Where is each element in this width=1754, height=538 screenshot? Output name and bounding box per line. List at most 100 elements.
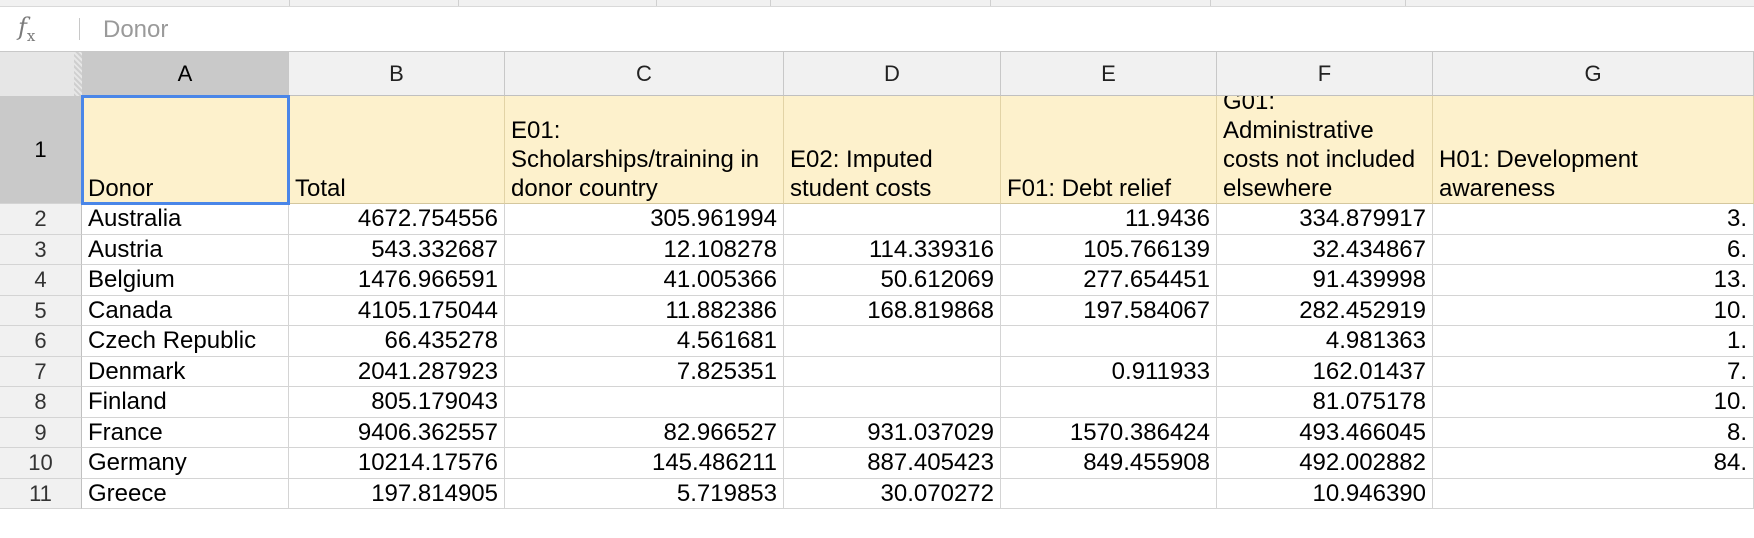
cell-a5[interactable]: Canada [82, 295, 289, 326]
cell-e11[interactable] [1001, 478, 1217, 509]
header-cell-g1[interactable]: H01: Development awareness [1433, 96, 1754, 204]
cell-f5[interactable]: 282.452919 [1217, 295, 1433, 326]
cell-g9[interactable]: 8. [1433, 417, 1754, 448]
cell-d6[interactable] [784, 326, 1001, 357]
cell-d9[interactable]: 931.037029 [784, 417, 1001, 448]
header-cell-f1[interactable]: G01: Administrative costs not included e… [1217, 96, 1433, 204]
row-heading-10[interactable]: 10 [0, 448, 82, 479]
cell-f9[interactable]: 493.466045 [1217, 417, 1433, 448]
cell-e6[interactable] [1001, 326, 1217, 357]
cell-d5[interactable]: 168.819868 [784, 295, 1001, 326]
cell-f3[interactable]: 32.434867 [1217, 234, 1433, 265]
row-heading-5[interactable]: 5 [0, 295, 82, 326]
cell-e4[interactable]: 277.654451 [1001, 265, 1217, 296]
column-heading-e[interactable]: E [1001, 52, 1217, 96]
cell-c11[interactable]: 5.719853 [505, 478, 784, 509]
cell-b4[interactable]: 1476.966591 [289, 265, 505, 296]
toolbar-divider [990, 0, 991, 6]
row-heading-4[interactable]: 4 [0, 265, 82, 296]
cell-d11[interactable]: 30.070272 [784, 478, 1001, 509]
cell-c5[interactable]: 11.882386 [505, 295, 784, 326]
cell-e5[interactable]: 197.584067 [1001, 295, 1217, 326]
cell-d3[interactable]: 114.339316 [784, 234, 1001, 265]
cell-d7[interactable] [784, 356, 1001, 387]
cell-d2[interactable] [784, 204, 1001, 235]
cell-e2[interactable]: 11.9436 [1001, 204, 1217, 235]
column-heading-b[interactable]: B [289, 52, 505, 96]
cell-c10[interactable]: 145.486211 [505, 448, 784, 479]
cell-c8[interactable] [505, 387, 784, 418]
cell-a4[interactable]: Belgium [82, 265, 289, 296]
column-heading-f[interactable]: F [1217, 52, 1433, 96]
cell-b10[interactable]: 10214.17576 [289, 448, 505, 479]
header-cell-d1[interactable]: E02: Imputed student costs [784, 96, 1001, 204]
formula-separator [79, 18, 80, 40]
cell-e9[interactable]: 1570.386424 [1001, 417, 1217, 448]
cell-a3[interactable]: Austria [82, 234, 289, 265]
cell-b9[interactable]: 9406.362557 [289, 417, 505, 448]
cell-f4[interactable]: 91.439998 [1217, 265, 1433, 296]
cell-c6[interactable]: 4.561681 [505, 326, 784, 357]
cell-c7[interactable]: 7.825351 [505, 356, 784, 387]
cell-b7[interactable]: 2041.287923 [289, 356, 505, 387]
cell-f11[interactable]: 10.946390 [1217, 478, 1433, 509]
formula-input[interactable]: Donor [103, 16, 168, 44]
cell-g8[interactable]: 10. [1433, 387, 1754, 418]
cell-g2[interactable]: 3. [1433, 204, 1754, 235]
cell-g7[interactable]: 7. [1433, 356, 1754, 387]
row-heading-3[interactable]: 3 [0, 234, 82, 265]
cell-f7[interactable]: 162.01437 [1217, 356, 1433, 387]
cell-b11[interactable]: 197.814905 [289, 478, 505, 509]
cell-g11[interactable] [1433, 478, 1754, 509]
column-heading-a[interactable]: A [82, 52, 289, 96]
cell-d8[interactable] [784, 387, 1001, 418]
cell-e10[interactable]: 849.455908 [1001, 448, 1217, 479]
cell-b5[interactable]: 4105.175044 [289, 295, 505, 326]
row-heading-7[interactable]: 7 [0, 356, 82, 387]
cell-c3[interactable]: 12.108278 [505, 234, 784, 265]
cell-a2[interactable]: Australia [82, 204, 289, 235]
cell-c2[interactable]: 305.961994 [505, 204, 784, 235]
cell-g5[interactable]: 10. [1433, 295, 1754, 326]
column-heading-d[interactable]: D [784, 52, 1001, 96]
cell-e7[interactable]: 0.911933 [1001, 356, 1217, 387]
cell-g4[interactable]: 13. [1433, 265, 1754, 296]
cell-g3[interactable]: 6. [1433, 234, 1754, 265]
cell-a7[interactable]: Denmark [82, 356, 289, 387]
cell-f8[interactable]: 81.075178 [1217, 387, 1433, 418]
header-cell-c1[interactable]: E01: Scholarships/training in donor coun… [505, 96, 784, 204]
row-heading-2[interactable]: 2 [0, 204, 82, 235]
toolbar-divider [656, 0, 657, 6]
row-heading-11[interactable]: 11 [0, 478, 82, 509]
cell-g6[interactable]: 1. [1433, 326, 1754, 357]
cell-f10[interactable]: 492.002882 [1217, 448, 1433, 479]
cell-c4[interactable]: 41.005366 [505, 265, 784, 296]
cell-a10[interactable]: Germany [82, 448, 289, 479]
cell-g10[interactable]: 84. [1433, 448, 1754, 479]
row-heading-9[interactable]: 9 [0, 417, 82, 448]
cell-a8[interactable]: Finland [82, 387, 289, 418]
cell-d10[interactable]: 887.405423 [784, 448, 1001, 479]
cell-b3[interactable]: 543.332687 [289, 234, 505, 265]
row-heading-1[interactable]: 1 [0, 96, 82, 204]
cell-a11[interactable]: Greece [82, 478, 289, 509]
cell-b8[interactable]: 805.179043 [289, 387, 505, 418]
cell-d4[interactable]: 50.612069 [784, 265, 1001, 296]
cell-a6[interactable]: Czech Republic [82, 326, 289, 357]
row-heading-8[interactable]: 8 [0, 387, 82, 418]
row-heading-6[interactable]: 6 [0, 326, 82, 357]
column-heading-c[interactable]: C [505, 52, 784, 96]
cell-c9[interactable]: 82.966527 [505, 417, 784, 448]
header-cell-e1[interactable]: F01: Debt relief [1001, 96, 1217, 204]
cell-e3[interactable]: 105.766139 [1001, 234, 1217, 265]
cell-f2[interactable]: 334.879917 [1217, 204, 1433, 235]
cell-e8[interactable] [1001, 387, 1217, 418]
header-cell-a1[interactable]: Donor [81, 95, 290, 205]
header-cell-b1[interactable]: Total [289, 96, 505, 204]
column-heading-g[interactable]: G [1433, 52, 1754, 96]
cell-a9[interactable]: France [82, 417, 289, 448]
cell-f6[interactable]: 4.981363 [1217, 326, 1433, 357]
cell-b2[interactable]: 4672.754556 [289, 204, 505, 235]
select-all-corner[interactable] [0, 52, 83, 97]
cell-b6[interactable]: 66.435278 [289, 326, 505, 357]
